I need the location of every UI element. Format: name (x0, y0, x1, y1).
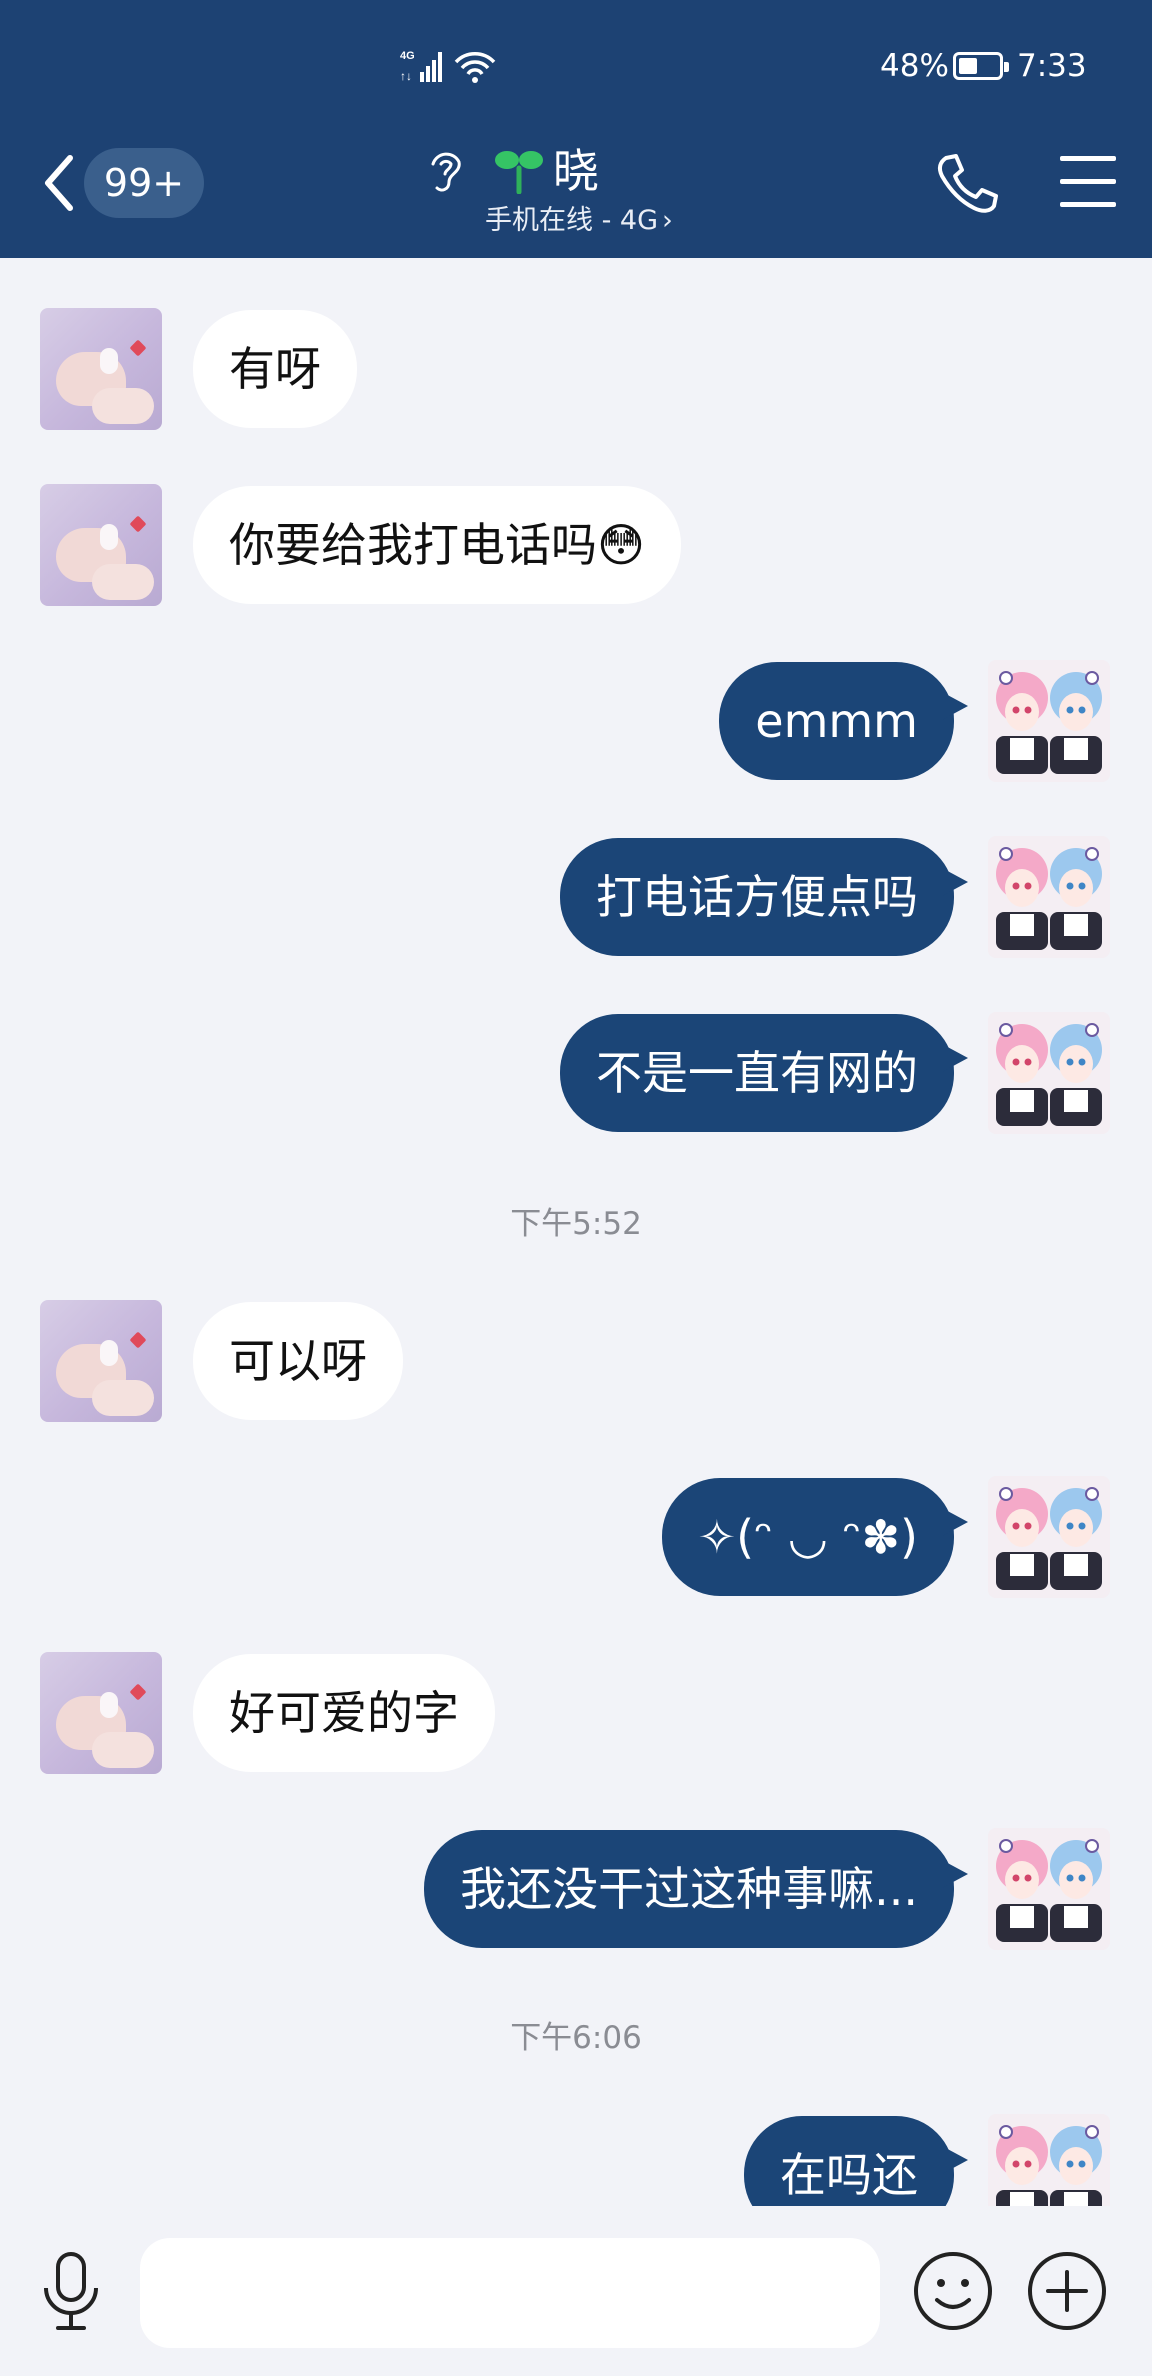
ear-icon[interactable] (425, 146, 465, 196)
message-input[interactable] (140, 2238, 880, 2348)
contact-online-status[interactable]: 手机在线 - 4G › (485, 198, 673, 237)
message-bubble[interactable]: 在吗还 (744, 2116, 968, 2206)
message-bubble[interactable]: 你要给我打电话吗😳 (193, 486, 681, 604)
my-avatar[interactable] (988, 1828, 1110, 1950)
sent-message: 在吗还 (0, 2114, 1152, 2206)
svg-text:↑↓: ↑↓ (400, 69, 412, 83)
sent-message: ✧(ᵔ ◡ ᵔ✽) (0, 1476, 1152, 1598)
svg-text:4G: 4G (400, 50, 415, 62)
chevron-right-icon: › (662, 205, 673, 236)
plus-icon[interactable] (1026, 2250, 1108, 2332)
message-bubble[interactable]: 可以呀 (193, 1302, 403, 1420)
sent-message: 我还没干过这种事嘛... (0, 1828, 1152, 1950)
message-bubble[interactable]: 有呀 (193, 310, 357, 428)
contact-avatar[interactable] (40, 484, 162, 606)
contact-avatar[interactable] (40, 1652, 162, 1774)
my-avatar[interactable] (988, 2114, 1110, 2206)
back-icon[interactable] (38, 150, 82, 216)
message-list[interactable]: 有呀你要给我打电话吗😳 emmm 打电话方便点吗 不是一直有网的下午5:52 可以呀 ✧(… (0, 258, 1152, 2206)
message-timestamp: 下午6:06 (510, 2020, 642, 2056)
unread-count-badge[interactable]: 99+ (84, 148, 204, 218)
message-bubble[interactable]: 好可爱的字 (193, 1654, 495, 1772)
status-time: 7:33 (1017, 48, 1087, 84)
message-bubble[interactable]: 不是一直有网的 (560, 1014, 968, 1132)
contact-avatar[interactable] (40, 1300, 162, 1422)
status-bar: 4G ↑↓ 48% 7:33 (0, 0, 1152, 130)
signal-icon: 4G ↑↓ (400, 50, 496, 83)
message-bubble[interactable]: 我还没干过这种事嘛... (424, 1830, 968, 1948)
sprout-icon (495, 151, 543, 194)
battery-level (959, 58, 977, 74)
message-bubble[interactable]: 打电话方便点吗 (560, 838, 968, 956)
received-message: 有呀 (0, 308, 1152, 430)
input-bar (0, 2206, 1152, 2376)
battery-percent: 48% (880, 48, 949, 84)
sent-message: 不是一直有网的 (0, 1012, 1152, 1134)
contact-name: 晓 (553, 144, 599, 198)
my-avatar[interactable] (988, 836, 1110, 958)
smiley-icon[interactable] (912, 2250, 994, 2332)
sent-message: emmm (0, 660, 1152, 782)
received-message: 可以呀 (0, 1300, 1152, 1422)
contact-avatar[interactable] (40, 308, 162, 430)
my-avatar[interactable] (988, 1012, 1110, 1134)
received-message: 你要给我打电话吗😳 (0, 484, 1152, 606)
contact-status-text: 手机在线 - 4G (485, 205, 659, 236)
received-message: 好可爱的字 (0, 1652, 1152, 1774)
my-avatar[interactable] (988, 660, 1110, 782)
sent-message: 打电话方便点吗 (0, 836, 1152, 958)
battery-icon (953, 52, 1009, 80)
phone-icon[interactable] (932, 150, 1002, 216)
message-timestamp: 下午5:52 (510, 1206, 642, 1242)
chat-header: 4G ↑↓ 48% 7:33 99+ 晓 手机在线 - 4G › (0, 0, 1152, 258)
microphone-icon[interactable] (36, 2248, 106, 2334)
message-bubble[interactable]: ✧(ᵔ ◡ ᵔ✽) (661, 1478, 969, 1596)
message-bubble[interactable]: emmm (719, 662, 968, 780)
menu-icon[interactable] (1060, 156, 1116, 208)
my-avatar[interactable] (988, 1476, 1110, 1598)
